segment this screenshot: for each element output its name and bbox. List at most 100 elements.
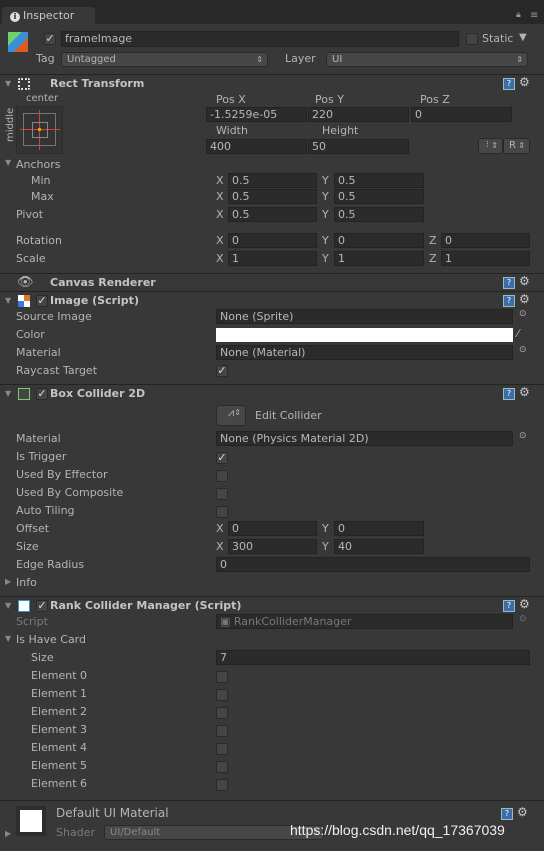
foldout-icon[interactable]: ▼ [5, 389, 11, 398]
raycast-target-checkbox[interactable]: ✓ [216, 365, 228, 377]
height-input[interactable]: 50 [308, 139, 409, 154]
bool-label: Auto Tiling [16, 504, 75, 517]
foldout-icon[interactable]: ▼ [5, 296, 11, 305]
width-input[interactable]: 400 [206, 139, 307, 154]
element-checkbox[interactable] [216, 743, 228, 755]
eyedropper-icon[interactable]: ⁄ [517, 327, 519, 340]
foldout-icon[interactable]: ▼ [5, 79, 11, 88]
scale-x[interactable]: 1 [228, 251, 317, 266]
pivot-label: Pivot [16, 208, 44, 221]
component-title: Canvas Renderer [50, 276, 156, 289]
gear-icon[interactable]: ⚙ [519, 274, 530, 288]
bool-checkbox[interactable] [216, 506, 228, 518]
size-x[interactable]: 300 [228, 539, 317, 554]
gear-icon[interactable]: ⚙ [519, 597, 530, 611]
material-label: Material [16, 346, 61, 359]
help-icon[interactable]: ? [503, 277, 515, 289]
material-label: Material [16, 432, 61, 445]
pos-z-input[interactable]: 0 [411, 107, 512, 122]
axis-label-y: Y [322, 252, 329, 265]
raw-edit-button[interactable]: R [503, 138, 530, 154]
gear-icon[interactable]: ⚙ [519, 385, 530, 399]
bool-checkbox[interactable] [216, 470, 228, 482]
static-checkbox[interactable] [466, 33, 478, 45]
rotation-y[interactable]: 0 [334, 233, 424, 248]
element-checkbox[interactable] [216, 779, 228, 791]
element-checkbox[interactable] [216, 725, 228, 737]
anchor-presets-button[interactable] [16, 106, 63, 154]
help-icon[interactable]: ? [501, 808, 513, 820]
scale-z[interactable]: 1 [441, 251, 530, 266]
element-checkbox[interactable] [216, 707, 228, 719]
element-checkbox[interactable] [216, 761, 228, 773]
color-field[interactable] [216, 328, 513, 342]
lock-icon[interactable]: 🔒︎ [516, 10, 521, 20]
rect-transform-icon [18, 78, 30, 90]
component-enabled-checkbox[interactable]: ✓ [36, 388, 48, 400]
edge-radius-input[interactable]: 0 [216, 557, 530, 572]
anchor-max-y[interactable]: 0.5 [334, 189, 424, 204]
element-label: Element 6 [31, 777, 88, 790]
axis-label-x: X [216, 252, 224, 265]
scale-y[interactable]: 1 [334, 251, 424, 266]
pos-y-input[interactable]: 220 [308, 107, 409, 122]
axis-label-y: Y [322, 234, 329, 247]
rotation-x[interactable]: 0 [228, 233, 317, 248]
anchor-min-x[interactable]: 0.5 [228, 173, 317, 188]
tag-label: Tag [36, 52, 55, 65]
edit-collider-button[interactable]: ⩘ [216, 405, 246, 426]
edit-collider-label: Edit Collider [255, 409, 322, 422]
tag-dropdown[interactable]: Untagged [61, 52, 268, 67]
menu-icon[interactable]: ≡ [530, 10, 538, 21]
source-image-label: Source Image [16, 310, 92, 323]
tab-inspector[interactable]: i Inspector [2, 7, 95, 24]
edge-radius-label: Edge Radius [16, 558, 85, 571]
name-input[interactable]: frameImage [61, 31, 459, 47]
material-field[interactable]: None (Material) [216, 345, 513, 360]
script-field[interactable]: ▣ RankColliderManager [216, 614, 513, 629]
layer-dropdown[interactable]: UI [326, 52, 528, 67]
anchor-h-label: center [26, 93, 59, 104]
offset-x[interactable]: 0 [228, 521, 317, 536]
component-enabled-checkbox[interactable]: ✓ [36, 600, 48, 612]
gear-icon[interactable]: ⚙ [517, 805, 528, 819]
bool-checkbox[interactable] [216, 488, 228, 500]
material-title: Default UI Material [56, 806, 169, 820]
object-picker-icon[interactable]: ⊙ [519, 431, 527, 441]
bool-label: Used By Effector [16, 468, 108, 481]
gameobject-icon [8, 32, 28, 52]
object-picker-icon[interactable]: ⊙ [519, 309, 527, 319]
gear-icon[interactable]: ⚙ [519, 75, 530, 89]
foldout-icon[interactable]: ▼ [5, 601, 11, 610]
help-icon[interactable]: ? [503, 295, 515, 307]
source-image-field[interactable]: None (Sprite) [216, 309, 513, 324]
physics-material-field[interactable]: None (Physics Material 2D) [216, 431, 513, 446]
element-label: Element 3 [31, 723, 88, 736]
help-icon[interactable]: ? [503, 388, 515, 400]
anchor-v-label: middle [5, 107, 16, 142]
help-icon[interactable]: ? [503, 600, 515, 612]
element-label: Element 1 [31, 687, 88, 700]
anchor-min-y[interactable]: 0.5 [334, 173, 424, 188]
pos-x-input[interactable]: -1.5259e-05 [206, 107, 307, 122]
array-size-input[interactable]: 7 [216, 650, 530, 665]
component-enabled-checkbox[interactable]: ✓ [36, 295, 48, 307]
element-label: Element 2 [31, 705, 88, 718]
element-checkbox[interactable] [216, 671, 228, 683]
offset-y[interactable]: 0 [334, 521, 424, 536]
size-y[interactable]: 40 [334, 539, 424, 554]
bool-checkbox[interactable]: ✓ [216, 452, 228, 464]
gear-icon[interactable]: ⚙ [519, 292, 530, 306]
element-checkbox[interactable] [216, 689, 228, 701]
pivot-x[interactable]: 0.5 [228, 207, 317, 222]
static-dropdown-icon[interactable]: ▼ [519, 32, 527, 43]
material-preview [16, 806, 46, 836]
pivot-y[interactable]: 0.5 [334, 207, 424, 222]
rotation-z[interactable]: 0 [441, 233, 530, 248]
object-picker-icon[interactable]: ⊙ [519, 345, 527, 355]
rotation-label: Rotation [16, 234, 63, 247]
anchor-max-x[interactable]: 0.5 [228, 189, 317, 204]
blueprint-mode-button[interactable]: ⁝ [478, 138, 503, 154]
help-icon[interactable]: ? [503, 78, 515, 90]
active-checkbox[interactable]: ✓ [44, 33, 56, 45]
